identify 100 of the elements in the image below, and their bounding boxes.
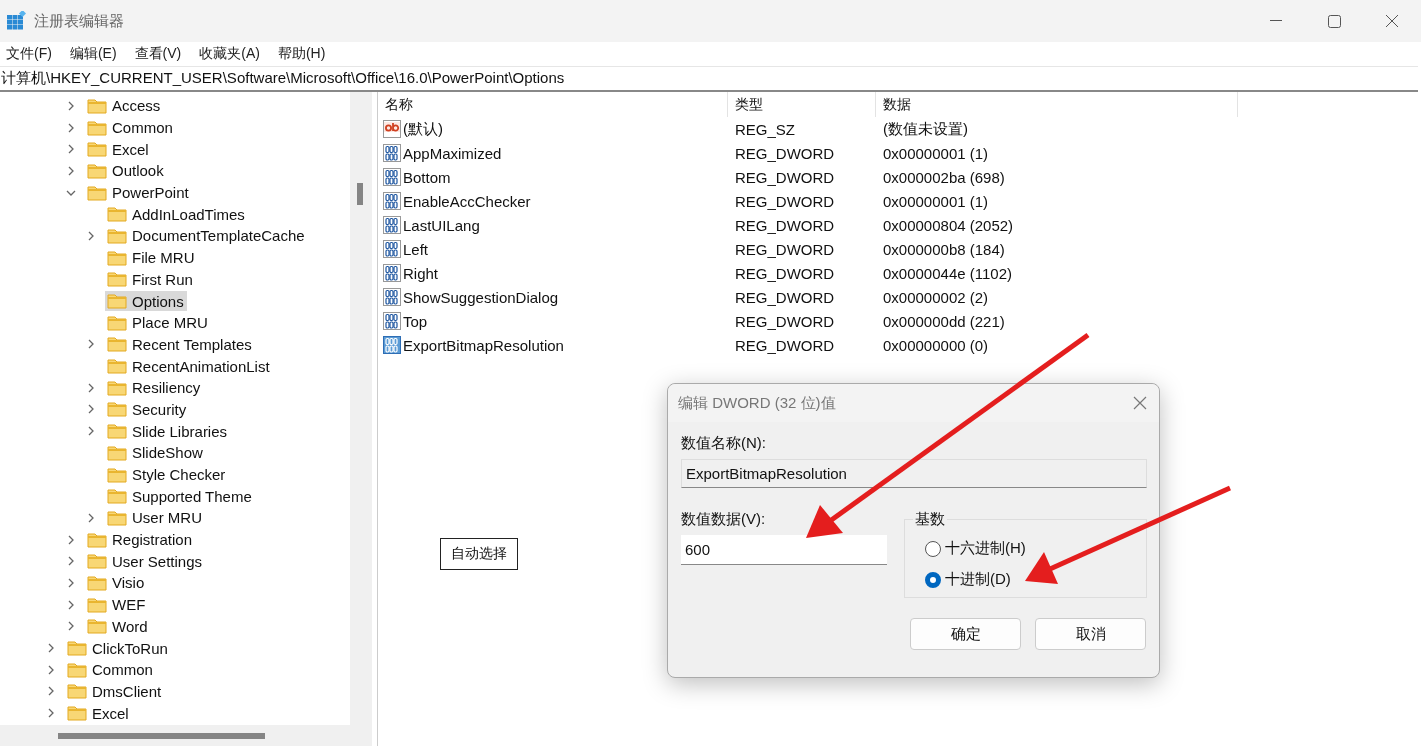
folder-icon xyxy=(107,379,127,396)
menu-item[interactable]: 文件(F) xyxy=(6,45,52,63)
dialog-button[interactable]: 取消 xyxy=(1035,618,1146,650)
close-icon[interactable] xyxy=(1133,396,1147,410)
folder-icon xyxy=(107,314,127,331)
value-name[interactable]: Right xyxy=(378,264,728,282)
table-cell-text: REG_DWORD xyxy=(734,168,836,186)
table-cell-text: 0x00000001 (1) xyxy=(882,144,990,162)
address-bar[interactable]: 计算机\HKEY_CURRENT_USER\Software\Microsoft\Office\16.0\PowerPoint\Options xyxy=(0,66,1418,92)
folder-icon xyxy=(87,162,107,179)
table-cell-text: 0x00000002 (2) xyxy=(882,288,990,306)
value-name[interactable]: LastUILang xyxy=(378,216,728,234)
folder-icon xyxy=(107,488,127,505)
horizontal-scrollbar[interactable] xyxy=(0,725,350,746)
folder-icon xyxy=(87,553,107,570)
tree-item[interactable]: Access xyxy=(85,95,164,116)
folder-icon xyxy=(107,466,127,483)
tree-item[interactable]: Resiliency xyxy=(105,377,204,398)
registry-app-icon xyxy=(6,11,26,31)
tree-item[interactable]: Word xyxy=(85,616,151,637)
value-name[interactable]: EnableAccChecker xyxy=(378,192,728,210)
value-name[interactable]: AppMaximized xyxy=(378,144,728,162)
value-name[interactable]: (默认) xyxy=(378,119,728,139)
value-name[interactable]: ShowSuggestionDialog xyxy=(378,288,728,306)
dialog-title: 编辑 DWORD (32 位)值 xyxy=(678,393,836,413)
tree-item[interactable]: Supported Theme xyxy=(105,486,255,507)
folder-icon xyxy=(107,401,127,418)
tree-item[interactable]: User Settings xyxy=(85,551,206,572)
tree-item[interactable]: User MRU xyxy=(105,507,205,528)
value-name[interactable]: Left xyxy=(378,240,728,258)
tree-item[interactable]: RecentAnimationList xyxy=(105,356,273,377)
folder-icon xyxy=(107,336,127,353)
menu-item[interactable]: 收藏夹(A) xyxy=(199,45,260,63)
radio-icon[interactable] xyxy=(925,540,941,557)
column-header[interactable]: 名称 xyxy=(378,92,728,117)
folder-icon xyxy=(87,119,107,136)
tree-item[interactable]: PowerPoint xyxy=(85,182,192,203)
window-title: 注册表编辑器 xyxy=(34,11,125,31)
folder-icon xyxy=(87,184,107,201)
value-name-field[interactable]: ExportBitmapResolution xyxy=(681,459,1147,488)
table-cell-text: 0x000000dd (221) xyxy=(882,312,1006,330)
tree-item[interactable]: Security xyxy=(105,399,190,420)
value-name[interactable]: ExportBitmapResolution xyxy=(378,336,728,354)
tree-item[interactable]: Slide Libraries xyxy=(105,421,231,442)
minimize-icon[interactable] xyxy=(1270,20,1282,22)
tree-item[interactable]: SlideShow xyxy=(105,442,206,463)
tree-item[interactable]: ClickToRun xyxy=(65,638,171,659)
table-cell-text: REG_DWORD xyxy=(734,336,836,354)
folder-icon xyxy=(87,596,107,613)
tree-item[interactable]: Recent Templates xyxy=(105,334,255,355)
tree-item[interactable]: File MRU xyxy=(105,247,198,268)
folder-icon xyxy=(107,206,127,223)
tree-item[interactable]: DmsClient xyxy=(65,681,165,702)
folder-icon xyxy=(87,141,107,158)
tree-item[interactable]: Style Checker xyxy=(105,464,229,485)
tree-item[interactable]: Outlook xyxy=(85,160,167,181)
radio-option[interactable]: 十六进制(H) xyxy=(925,539,1138,558)
folder-icon xyxy=(87,97,107,114)
column-header[interactable]: 数据 xyxy=(876,92,1238,117)
table-cell-text: 0x00000000 (0) xyxy=(882,336,990,354)
dialog-button[interactable]: 确定 xyxy=(910,618,1021,650)
tree-item[interactable]: AddInLoadTimes xyxy=(105,204,248,225)
close-icon[interactable] xyxy=(1385,14,1399,28)
tree-item[interactable]: Excel xyxy=(65,703,132,724)
tree-item[interactable]: WEF xyxy=(85,594,149,615)
folder-icon xyxy=(107,358,127,375)
folder-icon xyxy=(87,618,107,635)
folder-icon xyxy=(107,271,127,288)
folder-icon xyxy=(107,509,127,526)
group-label: 基数 xyxy=(914,510,946,529)
menu-item[interactable]: 帮助(H) xyxy=(277,45,326,63)
radio-icon[interactable] xyxy=(925,571,941,588)
tree-item[interactable]: Common xyxy=(65,659,156,680)
folder-icon xyxy=(67,705,87,722)
table-cell-text: REG_DWORD xyxy=(734,288,836,306)
vertical-scrollbar[interactable] xyxy=(350,92,372,746)
tree-item[interactable]: Place MRU xyxy=(105,312,211,333)
field-label: 数值数据(V): xyxy=(681,510,767,529)
tree-item[interactable]: Common xyxy=(85,117,176,138)
tree-item[interactable]: Options xyxy=(105,291,187,312)
column-header[interactable]: 类型 xyxy=(728,92,876,117)
value-name[interactable]: Top xyxy=(378,312,728,330)
table-cell-text: 0x000002ba (698) xyxy=(882,168,1006,186)
tree-item[interactable]: Excel xyxy=(85,139,152,160)
folder-icon xyxy=(67,640,87,657)
tree-item[interactable]: Registration xyxy=(85,529,196,550)
table-cell-text: 0x0000044e (1102) xyxy=(882,264,1013,282)
maximize-icon[interactable] xyxy=(1327,14,1341,28)
value-name[interactable]: Bottom xyxy=(378,168,728,186)
tree-item[interactable]: DocumentTemplateCache xyxy=(105,225,308,246)
radio-option[interactable]: 十进制(D) xyxy=(925,570,1138,589)
table-cell-text: 0x000000b8 (184) xyxy=(882,240,1006,258)
menu-item[interactable]: 查看(V) xyxy=(134,45,182,63)
tree-item[interactable]: Visio xyxy=(85,572,148,593)
value-data-field[interactable]: 600 xyxy=(681,535,887,565)
menu-item[interactable]: 编辑(E) xyxy=(69,45,117,63)
tooltip: 自动选择 xyxy=(440,538,518,570)
table-cell-text: 0x00000804 (2052) xyxy=(882,216,1015,234)
tree-item[interactable]: First Run xyxy=(105,269,196,290)
table-cell-text: REG_DWORD xyxy=(734,264,836,282)
